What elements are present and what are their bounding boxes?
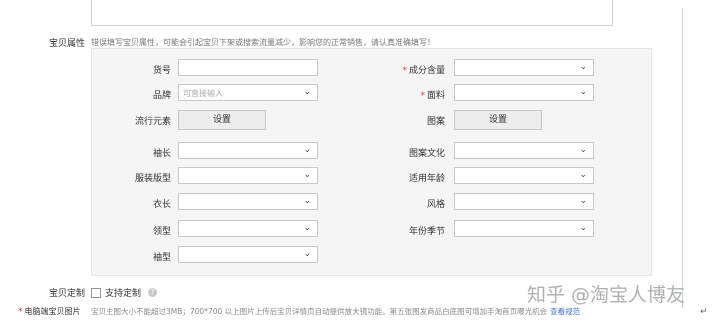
field-label: 品牌 [152, 91, 171, 101]
required-mark: * [18, 307, 23, 317]
field-label: 图案 [426, 117, 445, 127]
paragraph-return-icon: ↵ [700, 307, 708, 317]
sleeve-length-select[interactable]: ⌄ [178, 142, 318, 159]
field-label: 衣长 [152, 200, 171, 210]
field-label: 适用年龄 [408, 174, 445, 184]
trend-element-set-button[interactable]: 设置 [178, 110, 266, 130]
chevron-down-icon: ⌄ [303, 223, 311, 233]
brand-placeholder: 可直接输入 [183, 89, 223, 98]
age-range-select[interactable]: ⌄ [454, 167, 594, 184]
description-textarea[interactable] [91, 0, 613, 26]
support-custom-label: 支持定制 [105, 289, 142, 299]
field-label: * 面料 [420, 91, 445, 101]
field-label: 领型 [152, 227, 171, 237]
chevron-down-icon: ⌄ [579, 145, 587, 155]
chevron-down-icon: ⌄ [579, 196, 587, 206]
pattern-culture-select[interactable]: ⌄ [454, 142, 594, 159]
field-label: * 成分含量 [402, 66, 445, 76]
brand-select[interactable]: 可直接输入 ⌄ [178, 84, 318, 101]
item-number-input[interactable] [178, 59, 318, 76]
view-spec-link[interactable]: 查看规范 [550, 307, 580, 316]
chevron-down-icon: ⌄ [303, 249, 311, 259]
watermark: 知乎 @淘宝人博友 [527, 284, 686, 306]
garment-length-select[interactable]: ⌄ [178, 193, 318, 210]
year-season-select[interactable]: ⌄ [454, 220, 594, 237]
chevron-down-icon: ⌄ [579, 170, 587, 180]
field-label: 袖长 [152, 149, 171, 159]
field-label: 货号 [152, 66, 171, 76]
chevron-down-icon: ⌄ [303, 145, 311, 155]
composition-select[interactable]: ⌄ [454, 59, 594, 76]
attribute-panel: 货号 品牌 可直接输入 ⌄ 流行元素 设置 袖长 ⌄ 服装版型 ⌄ 衣长 ⌄ 领… [91, 48, 652, 276]
field-label: 年份季节 [408, 227, 445, 237]
custom-row: 支持定制 ? [91, 286, 158, 299]
sleeve-type-select[interactable]: ⌄ [178, 246, 318, 263]
help-icon[interactable]: ? [148, 288, 158, 297]
pic-section-label: * 电脑端宝贝图片 [18, 307, 81, 317]
required-mark: * [420, 91, 425, 101]
chevron-down-icon: ⌄ [303, 196, 311, 206]
chevron-down-icon: ⌄ [303, 170, 311, 180]
field-label: 流行元素 [134, 117, 171, 127]
fabric-select[interactable]: ⌄ [454, 84, 594, 101]
pic-hint: 宝贝主图大小不能超过3MB；700*700 以上图片上传后宝贝详情页自动提供放大… [91, 307, 581, 316]
field-label: 袖型 [152, 253, 171, 263]
field-label: 风格 [426, 200, 445, 210]
attr-section-label: 宝贝属性 [49, 39, 86, 49]
support-custom-checkbox[interactable] [91, 287, 101, 298]
collar-type-select[interactable]: ⌄ [178, 220, 318, 237]
attr-hint: 错误填写宝贝属性，可能会引起宝贝下架或搜索流量减少，影响您的正常销售，请认真准确… [91, 38, 435, 47]
chevron-down-icon: ⌄ [579, 62, 587, 72]
field-label: 服装版型 [134, 174, 171, 184]
pattern-set-button[interactable]: 设置 [454, 110, 542, 130]
style-select[interactable]: ⌄ [454, 193, 594, 210]
field-label: 图案文化 [408, 149, 445, 159]
chevron-down-icon: ⌄ [579, 223, 587, 233]
required-mark: * [402, 66, 407, 76]
chevron-down-icon: ⌄ [579, 87, 587, 97]
custom-section-label: 宝贝定制 [49, 289, 86, 299]
chevron-down-icon: ⌄ [303, 87, 311, 97]
page-margin-line [682, 8, 683, 308]
fit-type-select[interactable]: ⌄ [178, 167, 318, 184]
